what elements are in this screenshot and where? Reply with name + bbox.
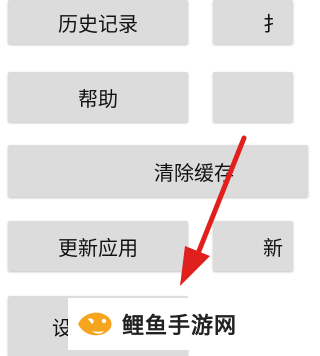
watermark: 鲤鱼手游网 — [68, 298, 268, 350]
row2-right-button[interactable] — [213, 72, 293, 122]
update-app-button[interactable]: 更新应用 — [8, 221, 188, 271]
row4-right-button[interactable]: 新 — [213, 221, 293, 271]
fish-logo-icon — [78, 312, 112, 336]
watermark-text: 鲤鱼手游网 — [122, 314, 238, 339]
help-button[interactable]: 帮助 — [8, 72, 188, 122]
history-button[interactable]: 历史记录 — [8, 0, 188, 44]
top-right-button[interactable]: 扌 — [213, 0, 293, 44]
clear-cache-button[interactable]: 清除缓存 — [8, 145, 308, 197]
